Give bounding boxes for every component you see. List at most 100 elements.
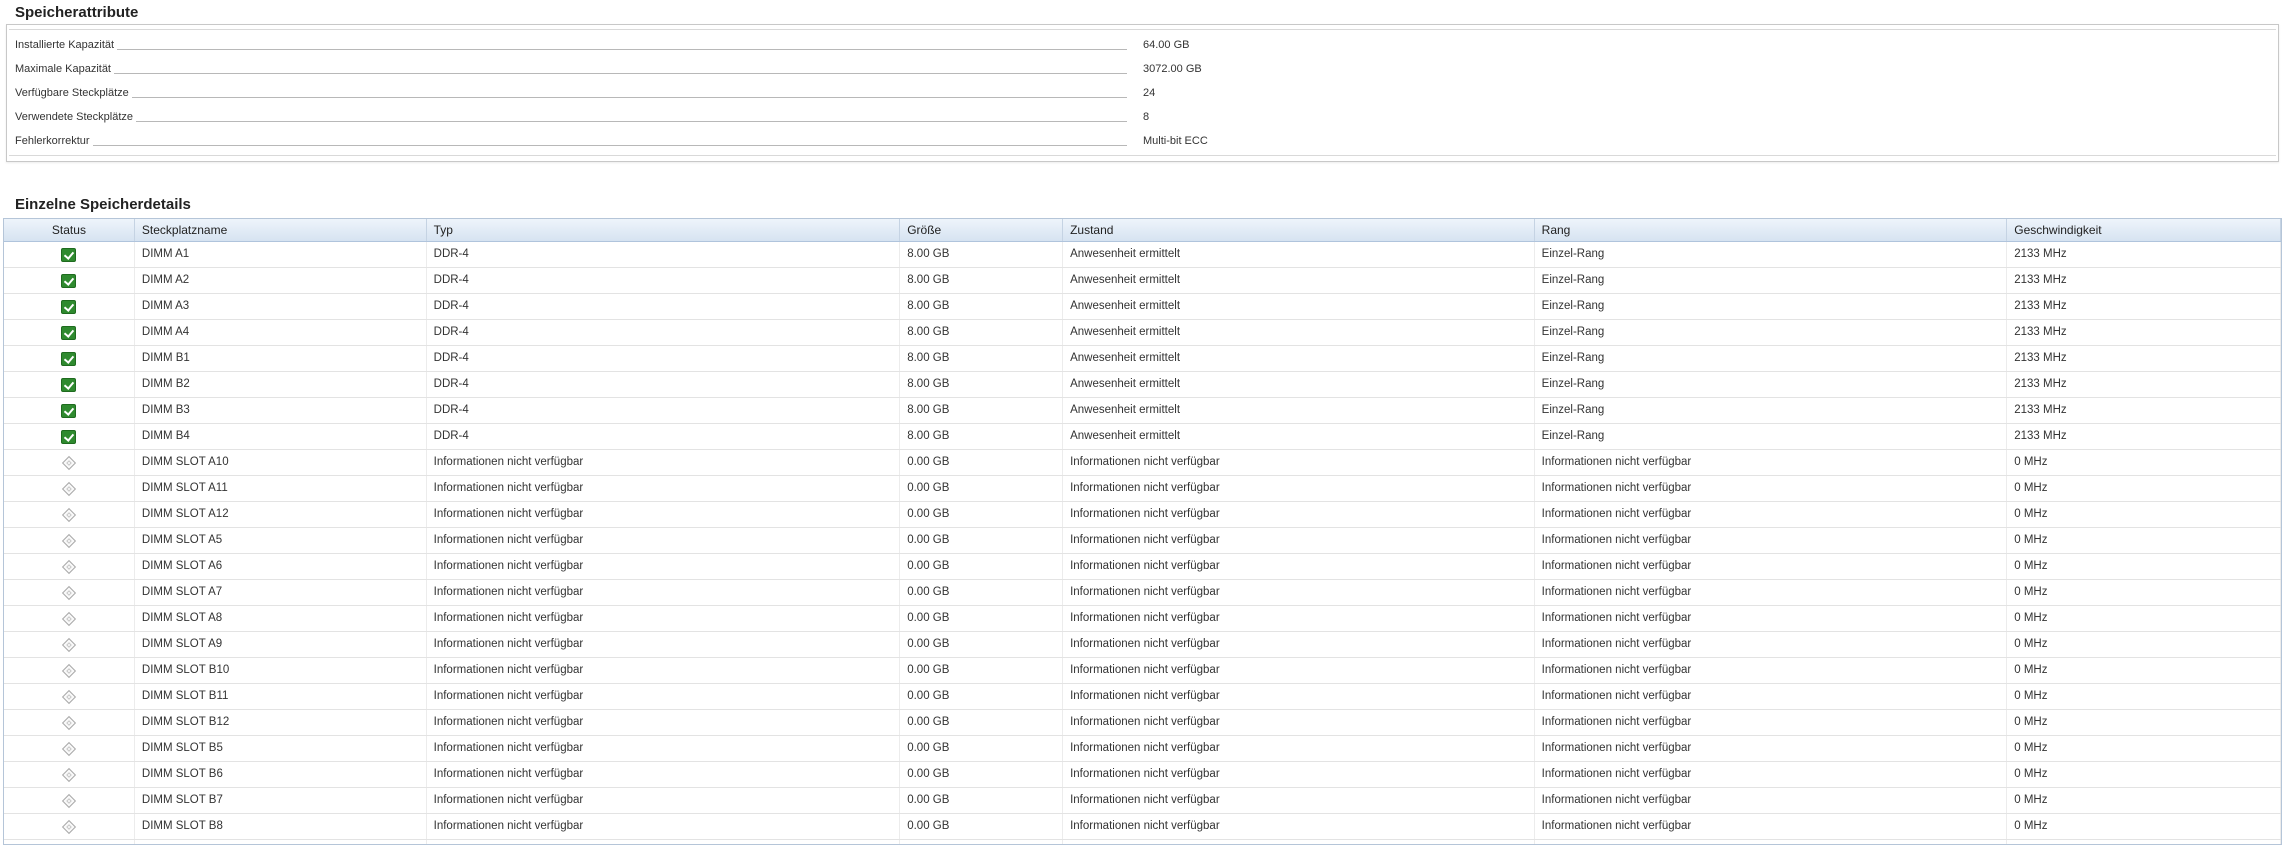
table-row[interactable]: DIMM SLOT B5 Informationen nicht verfügba… <box>4 736 2281 762</box>
table-row[interactable]: DIMM SLOT B11 Informationen nicht verfügb… <box>4 684 2281 710</box>
size-cell: 0.00 GB <box>900 710 1064 735</box>
table-row[interactable]: DIMM A3 DDR-4 8.00 GB Anwesenheit ermittelt… <box>4 294 2281 320</box>
rank-cell: Einzel-Rang <box>1535 294 2008 319</box>
table-row[interactable]: DIMM SLOT A7 Informationen nicht verfügba… <box>4 580 2281 606</box>
slot-name-cell: DIMM SLOT A6 <box>135 554 427 579</box>
not-available-icon <box>61 637 77 652</box>
slot-name-cell: DIMM B2 <box>135 372 427 397</box>
table-row[interactable]: DIMM SLOT A6 Informationen nicht verfügba… <box>4 554 2281 580</box>
check-icon <box>61 429 77 444</box>
speed-cell: 0 MHz <box>2007 658 2281 683</box>
table-row[interactable]: DIMM A2 DDR-4 8.00 GB Anwesenheit ermittelt… <box>4 268 2281 294</box>
table-row[interactable]: DIMM B2 DDR-4 8.00 GB Anwesenheit ermittelt… <box>4 372 2281 398</box>
rank-cell: Informationen nicht verfügbar <box>1535 554 2008 579</box>
state-cell: Informationen nicht verfügbar <box>1063 606 1535 631</box>
rank-cell: Informationen nicht verfügbar <box>1535 762 2008 787</box>
table-row[interactable]: DIMM SLOT B12 Informationen nicht verfügb… <box>4 710 2281 736</box>
state-cell: Informationen nicht verfügbar <box>1063 658 1535 683</box>
table-header: Status Steckplatzname Typ Größe Zustand … <box>4 219 2281 242</box>
status-cell <box>4 554 135 579</box>
table-row[interactable]: DIMM A4 DDR-4 8.00 GB Anwesenheit ermittelt… <box>4 320 2281 346</box>
column-header-speed[interactable]: Geschwindigkeit <box>2007 219 2281 241</box>
rank-cell: Informationen nicht verfügbar <box>1535 736 2008 761</box>
size-cell: 0.00 GB <box>900 762 1064 787</box>
table-row[interactable]: DIMM SLOT B7 Informationen nicht verfügba… <box>4 788 2281 814</box>
slot-name-cell: DIMM SLOT B6 <box>135 762 427 787</box>
table-row[interactable]: DIMM SLOT A12 Informationen nicht verfügb… <box>4 502 2281 528</box>
table-row[interactable]: DIMM SLOT B6 Informationen nicht verfügba… <box>4 762 2281 788</box>
table-body: DIMM A1 DDR-4 8.00 GB Anwesenheit ermittelt… <box>4 242 2281 844</box>
table-row[interactable]: DIMM SLOT A10 Informationen nicht verfügb… <box>4 450 2281 476</box>
state-cell: Informationen nicht verfügbar <box>1063 580 1535 605</box>
speed-cell: 2133 MHz <box>2007 294 2281 319</box>
table-row[interactable]: DIMM B3 DDR-4 8.00 GB Anwesenheit ermittelt… <box>4 398 2281 424</box>
status-cell <box>4 476 135 501</box>
slot-name-cell: DIMM SLOT A8 <box>135 606 427 631</box>
memory-attributes-title: Speicherattribute <box>15 4 139 21</box>
rank-cell: Informationen nicht verfügbar <box>1535 684 2008 709</box>
size-cell: 8.00 GB <box>900 346 1064 371</box>
size-cell: 8.00 GB <box>900 242 1064 267</box>
not-available-icon <box>61 819 77 834</box>
rank-cell: Einzel-Rang <box>1535 242 2008 267</box>
table-row[interactable]: DIMM B4 DDR-4 8.00 GB Anwesenheit ermittelt… <box>4 424 2281 450</box>
status-cell <box>4 372 135 397</box>
dot-leader <box>131 96 1127 98</box>
table-row[interactable]: DIMM SLOT A11 Informationen nicht verfügb… <box>4 476 2281 502</box>
table-row[interactable]: DIMM SLOT A9 Informationen nicht verfügba… <box>4 632 2281 658</box>
rank-cell: Informationen nicht verfügbar <box>1535 580 2008 605</box>
rank-cell: Informationen nicht verfügbar <box>1535 814 2008 839</box>
status-cell <box>4 814 135 839</box>
speed-cell: 2133 MHz <box>2007 372 2281 397</box>
column-header-size[interactable]: Größe <box>900 219 1064 241</box>
not-available-icon <box>61 481 77 496</box>
status-cell <box>4 268 135 293</box>
slot-name-cell: DIMM SLOT B7 <box>135 788 427 813</box>
check-icon <box>61 247 77 262</box>
size-cell: 8.00 GB <box>900 294 1064 319</box>
table-row[interactable]: DIMM SLOT B8 Informationen nicht verfügba… <box>4 814 2281 840</box>
rank-cell: Informationen nicht verfügbar <box>1535 502 2008 527</box>
size-cell: 8.00 GB <box>900 398 1064 423</box>
check-icon <box>61 299 77 314</box>
status-cell <box>4 658 135 683</box>
not-available-icon <box>61 767 77 782</box>
table-row[interactable]: DIMM SLOT B9Informationen nicht verfügba… <box>4 840 2281 844</box>
attr-label: Maximale Kapazität <box>15 63 111 75</box>
column-header-status[interactable]: Status <box>4 219 135 241</box>
column-header-state[interactable]: Zustand <box>1063 219 1535 241</box>
panel-divider <box>9 155 2276 156</box>
table-row[interactable]: DIMM SLOT A5 Informationen nicht verfügba… <box>4 528 2281 554</box>
rank-cell: Einzel-Rang <box>1535 346 2008 371</box>
size-cell: 0.00 GB <box>900 502 1064 527</box>
rank-cell: Informationen nicht verfügbar <box>1535 840 2008 844</box>
status-cell <box>4 424 135 449</box>
check-icon <box>61 273 77 288</box>
table-row[interactable]: DIMM A1 DDR-4 8.00 GB Anwesenheit ermittelt… <box>4 242 2281 268</box>
state-cell: Informationen nicht verfügbar <box>1063 736 1535 761</box>
type-cell: Informationen nicht verfügbar <box>427 632 901 657</box>
size-cell: 0.00 GB <box>900 814 1064 839</box>
slot-name-cell: DIMM SLOT A10 <box>135 450 427 475</box>
speed-cell: 0 MHz <box>2007 580 2281 605</box>
table-row[interactable]: DIMM B1 DDR-4 8.00 GB Anwesenheit ermittelt… <box>4 346 2281 372</box>
state-cell: Anwesenheit ermittelt <box>1063 268 1535 293</box>
attr-value: 64.00 GB <box>1143 39 1190 51</box>
table-row[interactable]: DIMM SLOT A8 Informationen nicht verfügba… <box>4 606 2281 632</box>
column-header-slot-name[interactable]: Steckplatzname <box>135 219 427 241</box>
size-cell: 0.00 GB <box>900 658 1064 683</box>
rank-cell: Informationen nicht verfügbar <box>1535 632 2008 657</box>
speed-cell: 0 MHz <box>2007 762 2281 787</box>
type-cell: Informationen nicht verfügbar <box>427 840 901 844</box>
state-cell: Informationen nicht verfügbar <box>1063 814 1535 839</box>
column-header-type[interactable]: Typ <box>427 219 901 241</box>
slot-name-cell: DIMM A1 <box>135 242 427 267</box>
dot-leader <box>92 144 1127 146</box>
dot-leader <box>136 120 1127 122</box>
table-row[interactable]: DIMM SLOT B10 Informationen nicht verfügb… <box>4 658 2281 684</box>
slot-name-cell: DIMM A2 <box>135 268 427 293</box>
not-available-icon <box>61 611 77 626</box>
slot-name-cell: DIMM SLOT A11 <box>135 476 427 501</box>
state-cell: Informationen nicht verfügbar <box>1063 710 1535 735</box>
column-header-rank[interactable]: Rang <box>1535 219 2008 241</box>
